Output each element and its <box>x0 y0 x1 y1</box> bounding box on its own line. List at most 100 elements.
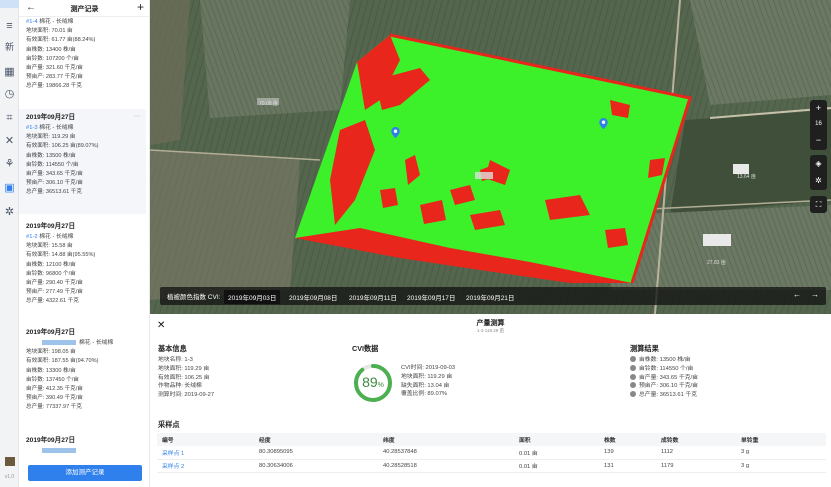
sample-link[interactable]: 采样点 2 <box>157 459 254 473</box>
leaf-icon[interactable]: ⚘ <box>3 158 16 171</box>
record-date: 2019年09月27日 <box>26 114 76 121</box>
record-line: 亩铃数: 114550 个/亩 <box>26 161 79 168</box>
column-header: 成铃数 <box>656 433 736 446</box>
fullscreen-icon[interactable]: ⛶ <box>810 196 827 213</box>
add-record-button[interactable]: 添加测产记录 <box>28 465 142 481</box>
record-item[interactable]: 2019年09月27日 #1-2 棉花 - 长绒棉 地块面积: 15.58 亩 … <box>19 218 146 307</box>
sample-pin-icon[interactable] <box>391 127 400 138</box>
record-item[interactable]: 2019年09月27日 <box>19 432 146 456</box>
record-title <box>26 447 146 456</box>
panel-header: ← 测产记录 + <box>19 0 149 17</box>
table-row[interactable]: 采样点 1 80.30895095 40.28537848 0.01 亩 139… <box>157 446 826 460</box>
timeline-date[interactable]: 2019年09月08日 <box>285 290 341 304</box>
new-icon[interactable]: 新 <box>3 41 16 54</box>
tools-icon[interactable]: ✕ <box>3 135 16 148</box>
table-cell: 3 g <box>736 459 826 473</box>
timeline-label: 植被颜色指数 CVI: <box>167 294 221 301</box>
cvi-line: 地块面积: 119.29 亩 <box>401 373 453 380</box>
menu-icon[interactable]: ≡ <box>3 20 16 33</box>
record-date: 2019年09月27日 <box>26 437 76 444</box>
basic-info-heading: 基本信息 <box>158 344 187 353</box>
timeline-date[interactable]: 2019年09月17日 <box>403 290 459 304</box>
basic-info-line: 地块面积: 119.29 亩 <box>158 365 210 372</box>
record-line: 亩产量: 290.40 千克/亩 <box>26 279 83 286</box>
timeline-date-active[interactable]: 2019年09月03日 <box>224 290 281 304</box>
clock-icon[interactable]: ◷ <box>3 88 16 101</box>
sample-pin-icon[interactable] <box>599 118 608 129</box>
record-title: #1-3 棉花 - 长绒棉 <box>26 125 74 131</box>
record-line: 亩株数: 12100 株/亩 <box>26 261 76 268</box>
zoom-out-button[interactable]: − <box>810 132 827 148</box>
record-line: 地块面积: 119.29 亩 <box>26 134 76 141</box>
detail-subtitle: 1-3 119.29 亩 <box>477 328 504 333</box>
column-header: 株数 <box>599 433 656 446</box>
table-cell: 1112 <box>656 446 736 460</box>
record-line: 总产量: 77337.97 千克 <box>26 404 82 411</box>
table-header-row: 编号 经度 纬度 面积 株数 成铃数 单铃重 <box>157 433 826 446</box>
record-line: 亩株数: 13300 株/亩 <box>26 367 76 374</box>
basic-info-line: 有效面积: 106.25 亩 <box>158 374 210 381</box>
record-title: 棉花 - 长绒棉 <box>26 339 146 348</box>
cvi-timeline: 植被颜色指数 CVI: 2019年09月03日 2019年09月08日 2019… <box>160 287 826 305</box>
record-line: 亩产量: 343.65 千克/亩 <box>26 170 83 177</box>
timeline-date[interactable]: 2019年09月21日 <box>462 290 518 304</box>
cvi-line: 缺失面积: 13.04 亩 <box>401 382 450 389</box>
crop-icon[interactable]: ⌗ <box>3 112 16 125</box>
record-line: 有效面积: 14.88 亩(95.55%) <box>26 252 96 259</box>
record-line: 地块面积: 198.05 亩 <box>26 349 76 356</box>
record-item[interactable]: 2019年09月27日 棉花 - 长绒棉 地块面积: 198.05 亩 有效面积… <box>19 324 146 413</box>
result-bullet-icon <box>630 391 636 398</box>
settings-icon[interactable]: ✲ <box>3 206 16 219</box>
record-line: 亩产量: 412.35 千克/亩 <box>26 385 83 392</box>
zoom-level: 16 <box>815 121 822 127</box>
column-header: 经度 <box>254 433 378 446</box>
nav-rail: ≡ 新 ▦ ◷ ⌗ ✕ ⚘ ▣ ✲ v1.0 <box>0 0 19 487</box>
gear-icon[interactable]: ✲ <box>810 172 827 189</box>
prev-arrow-icon[interactable]: ← <box>793 290 801 299</box>
layers-icon[interactable]: ◈ <box>810 155 827 172</box>
record-line: 有效面积: 187.55 亩(94.70%) <box>26 358 99 365</box>
detail-title: 产量测算 <box>476 320 505 327</box>
result-line: 总产量: 36513.61 千克 <box>639 392 697 399</box>
app-window: ≡ 新 ▦ ◷ ⌗ ✕ ⚘ ▣ ✲ v1.0 ← 测产记录 + #1-4 棉花 … <box>0 0 831 487</box>
table-cell: 0.01 亩 <box>514 459 599 473</box>
briefcase-icon[interactable]: ▣ <box>3 182 16 195</box>
sample-link[interactable]: 采样点 1 <box>157 446 254 460</box>
basic-info-list: 地块名称: 1-3 地块面积: 119.29 亩 有效面积: 106.25 亩 … <box>158 356 214 400</box>
layer-control: ◈ ✲ <box>810 155 827 190</box>
basic-info-line: 作物品种: 长绒棉 <box>158 383 202 390</box>
record-line: 有效面积: 61.77 亩(88.24%) <box>26 37 96 44</box>
record-line: 预亩产: 390.49 千克/亩 <box>26 395 83 402</box>
result-line: 亩铃数: 114550 个/亩 <box>639 365 694 372</box>
samples-table: 编号 经度 纬度 面积 株数 成铃数 单铃重 采样点 1 80.30895095… <box>157 433 826 473</box>
result-bullet-icon <box>630 364 636 371</box>
avatar[interactable] <box>5 457 15 466</box>
basic-info-line: 地块名称: 1-3 <box>158 357 193 363</box>
cvi-line: 覆盖比例: 89.07% <box>401 391 448 398</box>
record-item[interactable]: #1-4 棉花 - 长绒棉 地块面积: 70.01 亩 有效面积: 61.77 … <box>19 15 146 92</box>
record-line: 预亩产: 306.10 千克/亩 <box>26 180 83 187</box>
record-line: 亩铃数: 107200 个/亩 <box>26 55 79 62</box>
result-line: 预亩产: 306.10 千克/亩 <box>639 383 698 390</box>
redacted-name <box>42 339 76 345</box>
record-line: 亩株数: 13400 株/亩 <box>26 46 76 53</box>
calendar-icon[interactable]: ▦ <box>3 66 16 79</box>
cvi-line: CVI时间: 2019-09-03 <box>401 365 456 371</box>
more-icon[interactable]: ⋯ <box>134 113 140 120</box>
field-area-label: 27.83 亩 <box>707 260 726 266</box>
result-line: 亩株数: 13500 株/亩 <box>639 357 691 363</box>
table-row[interactable]: 采样点 2 80.30634006 40.28528518 0.01 亩 131… <box>157 459 826 473</box>
timeline-date[interactable]: 2019年09月11日 <box>345 290 401 304</box>
table-cell: 131 <box>599 459 656 473</box>
satellite-map[interactable]: 70.08 亩 13.64 亩 27.83 亩 <box>150 0 831 314</box>
record-item-selected[interactable]: ⋯ 2019年09月27日 #1-3 棉花 - 长绒棉 地块面积: 119.29… <box>19 109 146 214</box>
record-line: 地块面积: 70.01 亩 <box>26 28 73 35</box>
zoom-in-button[interactable]: + <box>810 100 827 116</box>
basic-info-line: 测算时间: 2019-09-27 <box>158 392 215 399</box>
record-line: 亩铃数: 137450 个/亩 <box>26 376 79 383</box>
version-label: v1.0 <box>4 474 15 480</box>
record-date: 2019年09月27日 <box>26 329 76 336</box>
add-icon[interactable]: + <box>137 0 144 14</box>
record-line: 预亩产: 283.77 千克/亩 <box>26 74 83 81</box>
next-arrow-icon[interactable]: → <box>811 290 819 299</box>
